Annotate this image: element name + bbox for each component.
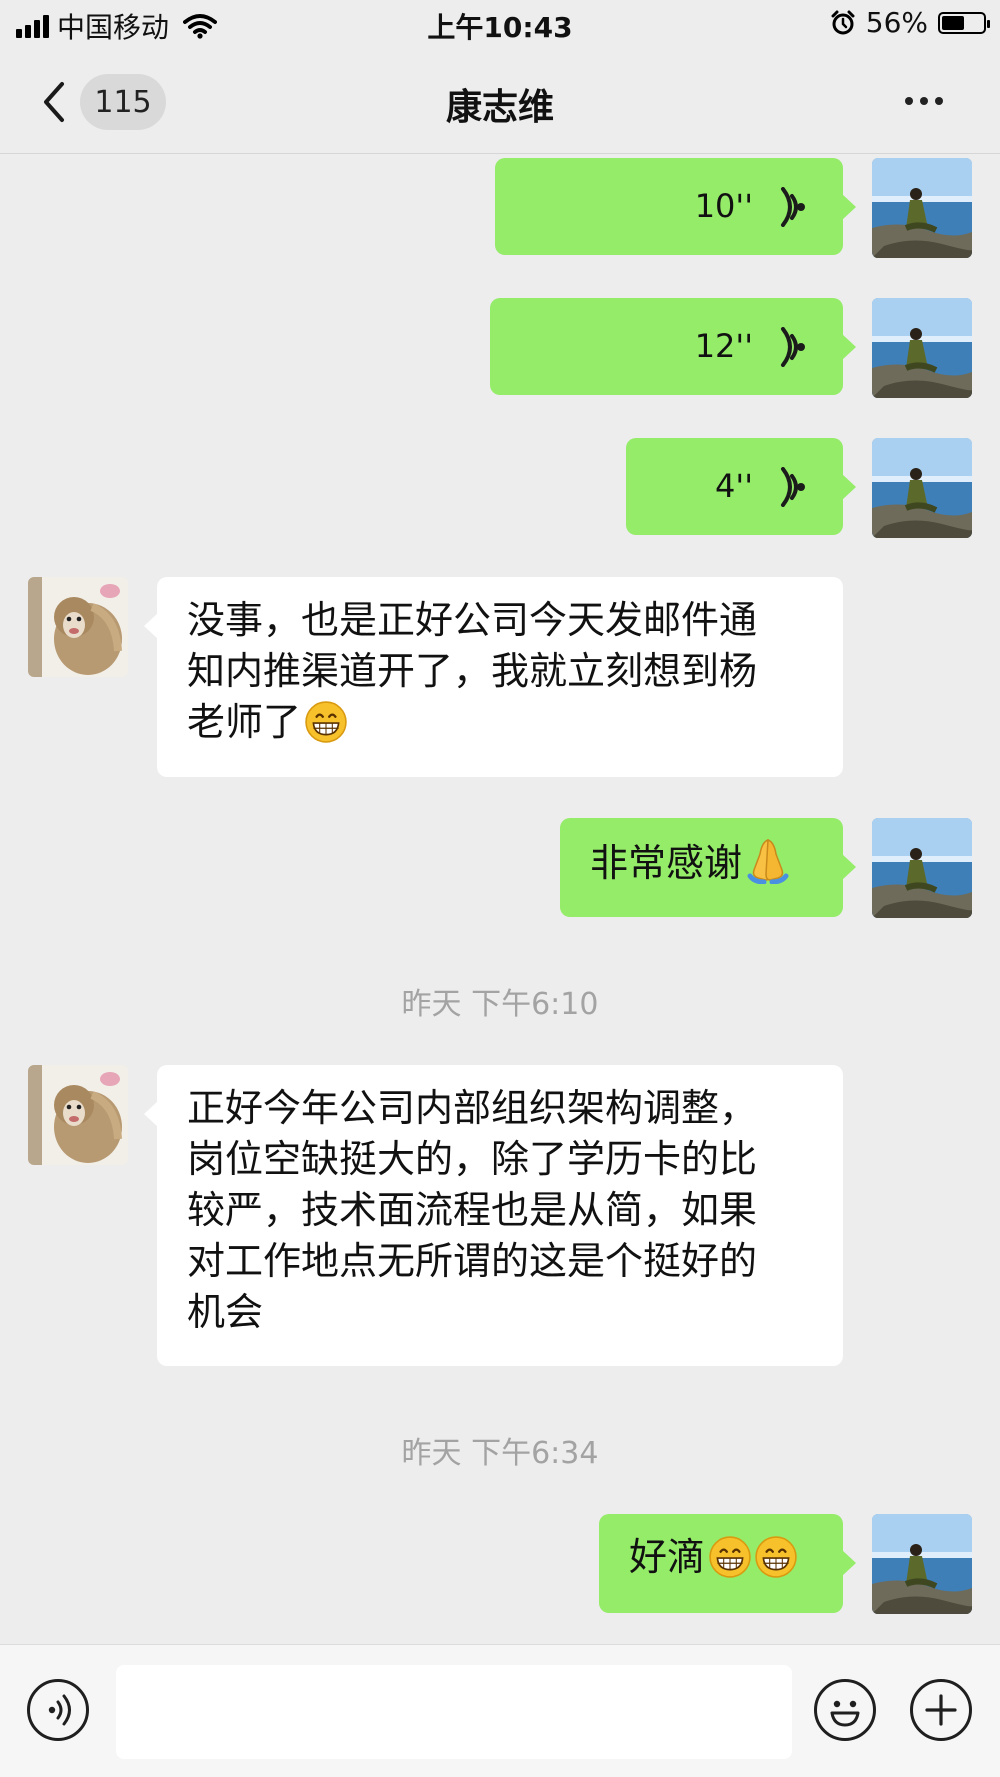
message-text: 非常感谢 bbox=[590, 841, 743, 885]
voice-message[interactable]: 12'' bbox=[490, 298, 856, 395]
sender-avatar[interactable] bbox=[872, 1514, 972, 1614]
received-message[interactable]: 正好今年公司内部组织架构调整， 岗位空缺挺大的，除了学历卡的比 较严，技术面流程… bbox=[144, 1065, 843, 1366]
receiver-avatar[interactable] bbox=[28, 577, 128, 677]
message-text: 好滴 bbox=[629, 1535, 706, 1579]
grin-emoji-icon bbox=[754, 1535, 798, 1579]
sender-avatar[interactable] bbox=[872, 158, 972, 258]
message-input[interactable] bbox=[116, 1665, 792, 1759]
voice-message[interactable]: 10'' bbox=[495, 158, 856, 255]
plus-icon bbox=[925, 1694, 957, 1726]
pray-emoji-icon bbox=[747, 838, 789, 885]
sent-message[interactable]: 好滴 bbox=[599, 1514, 856, 1613]
voice-duration: 10'' bbox=[694, 187, 753, 225]
battery-level bbox=[942, 15, 964, 30]
battery-percent: 56% bbox=[865, 6, 928, 39]
status-bar: 中国移动 上午10:43 56% bbox=[0, 0, 1000, 50]
timestamp-divider: 昨天 下午6:34 bbox=[401, 1436, 599, 1471]
more-icon[interactable] bbox=[896, 76, 952, 126]
sent-message[interactable]: 非常感谢 bbox=[560, 818, 856, 917]
received-message[interactable]: 没事，也是正好公司今天发邮件通 知内推渠道开了，我就立刻想到杨 老师了 bbox=[144, 577, 843, 777]
timestamp-divider: 昨天 下午6:10 bbox=[401, 987, 599, 1022]
chat-title: 康志维 bbox=[445, 87, 554, 128]
status-right: 56% bbox=[830, 6, 990, 39]
battery-icon bbox=[938, 11, 990, 34]
voice-duration: 4'' bbox=[715, 467, 753, 505]
grin-emoji-icon bbox=[304, 700, 348, 744]
voice-input-button[interactable] bbox=[27, 1679, 89, 1741]
sender-avatar[interactable] bbox=[872, 438, 972, 538]
message-text: 正好今年公司内部组织架构调整， 岗位空缺挺大的，除了学历卡的比 较严，技术面流程… bbox=[187, 1086, 758, 1334]
voice-duration: 12'' bbox=[694, 327, 753, 365]
voice-wave-icon bbox=[781, 466, 807, 507]
message-text: 没事，也是正好公司今天发邮件通 知内推渠道开了，我就立刻想到杨 老师了 bbox=[187, 598, 758, 744]
voice-wave-icon bbox=[781, 326, 807, 367]
voice-wave-icon bbox=[781, 186, 807, 227]
emoji-button[interactable] bbox=[814, 1679, 876, 1741]
grin-emoji-icon bbox=[708, 1535, 752, 1579]
input-bar bbox=[0, 1644, 1000, 1777]
emoji-icon bbox=[830, 1700, 860, 1727]
nav-bar: 115 康志维 bbox=[0, 50, 1000, 154]
alarm-icon bbox=[831, 10, 855, 34]
more-features-button[interactable] bbox=[910, 1679, 972, 1741]
voice-message[interactable]: 4'' bbox=[626, 438, 856, 535]
voice-input-icon bbox=[48, 1694, 71, 1726]
sender-avatar[interactable] bbox=[872, 298, 972, 398]
sender-avatar[interactable] bbox=[872, 818, 972, 918]
receiver-avatar[interactable] bbox=[28, 1065, 128, 1165]
